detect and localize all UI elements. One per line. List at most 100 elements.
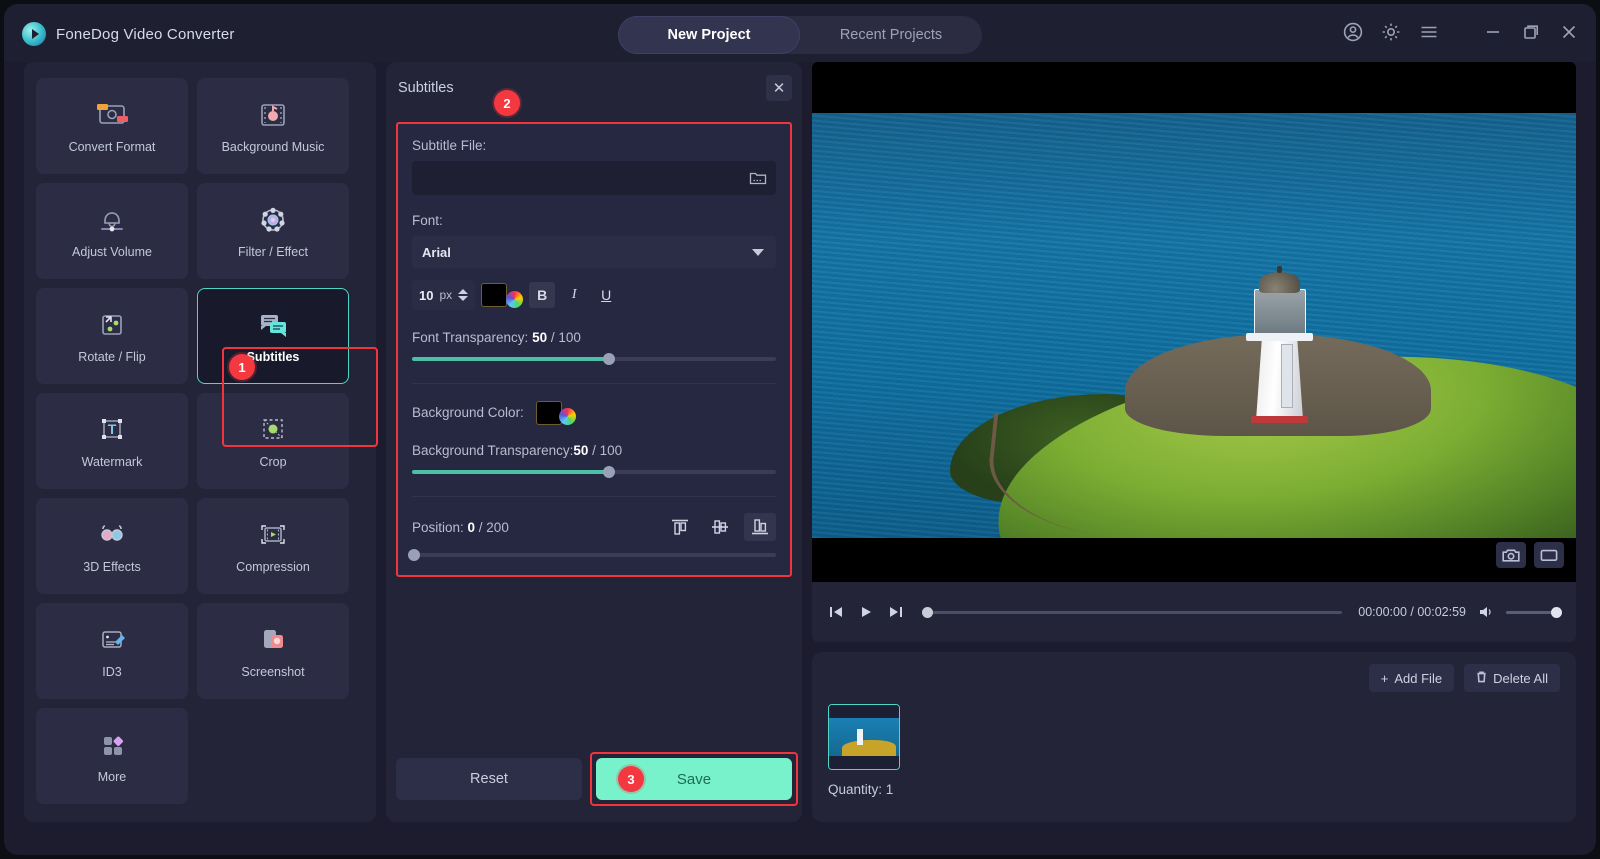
background-transparency-slider[interactable]: [412, 466, 776, 478]
tool-watermark[interactable]: T Watermark: [36, 393, 188, 489]
compression-icon: [253, 518, 293, 552]
font-color-swatch[interactable]: [481, 283, 508, 307]
lighthouse-lantern: [1253, 288, 1306, 335]
bg-transparency-value: 50: [573, 443, 589, 458]
close-icon[interactable]: [1558, 21, 1580, 43]
bg-transparency-suffix: / 100: [588, 443, 623, 458]
divider: [412, 496, 776, 497]
slider-fill: [412, 470, 609, 474]
slider-fill: [412, 357, 609, 361]
font-size-stepper[interactable]: 10 px: [412, 280, 476, 310]
slider-knob[interactable]: [602, 353, 615, 365]
position-suffix: / 200: [475, 519, 509, 535]
screen-icon[interactable]: [1534, 542, 1564, 568]
tool-adjust-volume[interactable]: Adjust Volume: [36, 183, 188, 279]
font-color-wheel-icon[interactable]: [506, 290, 524, 308]
divider: [412, 383, 776, 384]
tool-label: Convert Format: [68, 140, 156, 154]
panel-title: Subtitles: [398, 80, 454, 96]
step-badge-1: 1: [229, 354, 255, 380]
slider-knob[interactable]: [602, 466, 615, 478]
tool-filter-effect[interactable]: Filter / Effect: [197, 183, 349, 279]
volume-knob[interactable]: [1551, 606, 1562, 618]
tool-panel: Convert Format Background Music Adjust V…: [24, 62, 378, 822]
panel-footer: Reset 3 Save: [396, 752, 798, 806]
camera-icon[interactable]: [1496, 542, 1526, 568]
subtitle-file-input[interactable]: [412, 161, 776, 195]
tool-subtitles[interactable]: Subtitles: [197, 288, 349, 384]
font-size-value: 10: [419, 287, 434, 303]
gear-icon[interactable]: [1380, 21, 1402, 43]
close-panel-button[interactable]: ✕: [766, 75, 792, 101]
tool-more[interactable]: More: [36, 708, 188, 804]
align-bottom-button[interactable]: [744, 513, 776, 541]
delete-all-button[interactable]: Delete All: [1464, 664, 1560, 692]
chevron-down-icon[interactable]: [752, 249, 764, 256]
folder-icon[interactable]: [745, 166, 771, 190]
skip-next-icon[interactable]: [886, 603, 906, 621]
tab-new-project[interactable]: New Project: [618, 16, 800, 54]
play-icon[interactable]: [856, 603, 876, 621]
font-select[interactable]: Arial: [412, 236, 776, 268]
add-file-button[interactable]: + Add File: [1368, 664, 1455, 692]
position-label: Position: 0 / 200: [412, 520, 509, 535]
add-file-label: Add File: [1394, 670, 1443, 686]
app-window: FoneDog Video Converter New Project Rece…: [4, 4, 1596, 855]
position-row: Position: 0 / 200: [412, 513, 776, 541]
tool-convert-format[interactable]: Convert Format: [36, 78, 188, 174]
progress-knob[interactable]: [922, 606, 933, 618]
tool-3d-effects[interactable]: 3D Effects: [36, 498, 188, 594]
tool-screenshot[interactable]: Screenshot: [197, 603, 349, 699]
volume-icon[interactable]: [1476, 603, 1496, 621]
reset-button[interactable]: Reset: [396, 758, 582, 800]
playback-controls: 00:00:00 / 00:02:59: [812, 582, 1576, 642]
tool-label: ID3: [102, 665, 122, 679]
menu-icon[interactable]: [1418, 21, 1440, 43]
position-prefix: Position:: [412, 519, 468, 535]
3d-effects-icon: [92, 518, 132, 552]
title-bar: FoneDog Video Converter New Project Rece…: [4, 4, 1596, 62]
watermark-icon: T: [92, 413, 132, 447]
tool-label: Rotate / Flip: [78, 350, 146, 364]
video-stage[interactable]: [812, 62, 1576, 582]
video-thumbnail[interactable]: [828, 704, 900, 770]
background-color-swatch[interactable]: [535, 400, 562, 425]
tool-id3[interactable]: ID3: [36, 603, 188, 699]
plus-icon: +: [1380, 670, 1389, 686]
progress-slider[interactable]: [922, 606, 1343, 618]
spinner-icon[interactable]: [458, 289, 469, 301]
tool-label: Adjust Volume: [72, 245, 152, 259]
tool-label: Filter / Effect: [238, 245, 308, 259]
tool-rotate-flip[interactable]: Rotate / Flip: [36, 288, 188, 384]
volume-slider[interactable]: [1506, 606, 1562, 618]
tool-crop[interactable]: Crop: [197, 393, 349, 489]
bold-button[interactable]: B: [529, 282, 556, 308]
tool-background-music[interactable]: Background Music: [197, 78, 349, 174]
underline-button[interactable]: U: [593, 282, 619, 308]
font-transparency-suffix: / 100: [547, 330, 581, 345]
align-top-button[interactable]: [664, 513, 696, 541]
step-badge-3: 3: [618, 766, 644, 792]
maximize-icon[interactable]: [1520, 21, 1542, 43]
preview-pane: 00:00:00 / 00:02:59: [812, 62, 1576, 642]
font-transparency-prefix: Font Transparency:: [412, 330, 533, 345]
tool-label: 3D Effects: [83, 560, 141, 574]
italic-button[interactable]: I: [561, 282, 587, 308]
font-transparency-slider[interactable]: [412, 353, 776, 365]
slider-knob[interactable]: [408, 549, 420, 561]
align-middle-button[interactable]: [704, 513, 736, 541]
minimize-icon[interactable]: [1482, 21, 1504, 43]
tab-recent-projects[interactable]: Recent Projects: [800, 16, 982, 54]
crop-icon: [253, 413, 293, 447]
font-format-row: 10 px B I U: [412, 280, 776, 310]
step-badge-2: 2: [494, 90, 520, 116]
thumbnail-lighthouse: [857, 729, 863, 745]
skip-previous-icon[interactable]: [826, 603, 846, 621]
tool-label: Screenshot: [241, 665, 305, 679]
background-color-wheel-icon[interactable]: [558, 408, 576, 425]
account-icon[interactable]: [1342, 21, 1364, 43]
position-slider[interactable]: [408, 549, 776, 561]
tool-compression[interactable]: Compression: [197, 498, 349, 594]
svg-text:T: T: [108, 421, 117, 437]
bg-transparency-prefix: Background Transparency:: [412, 443, 574, 458]
